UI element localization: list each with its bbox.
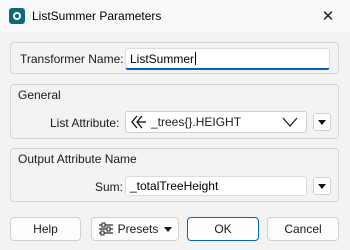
sum-input[interactable]: _totalTreeHeight: [125, 176, 307, 196]
cancel-button[interactable]: Cancel: [267, 217, 339, 241]
chevron-down-icon: [282, 117, 298, 127]
transformer-name-input[interactable]: ListSummer: [125, 48, 330, 70]
presets-button-label: Presets: [117, 222, 159, 236]
list-attribute-value: _trees{}.HEIGHT: [151, 115, 242, 129]
cancel-button-label: Cancel: [284, 222, 322, 236]
list-attribute-icon: [131, 115, 146, 129]
general-heading: General: [18, 88, 61, 102]
list-attribute-select[interactable]: _trees{}.HEIGHT: [125, 111, 307, 133]
transformer-name-label: Transformer Name:: [20, 52, 124, 66]
sliders-icon: [98, 222, 113, 236]
close-icon: ✕: [321, 8, 335, 25]
app-icon: [9, 8, 25, 24]
close-button[interactable]: ✕: [306, 0, 350, 32]
title-bar: ListSummer Parameters ✕: [0, 0, 350, 32]
window-title: ListSummer Parameters: [32, 9, 162, 23]
list-attribute-menu-button[interactable]: [313, 113, 331, 131]
dropdown-arrow-icon: [318, 183, 326, 189]
sum-label: Sum:: [95, 180, 124, 194]
sum-menu-button[interactable]: [313, 177, 331, 195]
dropdown-arrow-icon: [164, 226, 173, 232]
presets-button[interactable]: Presets: [91, 217, 179, 241]
ok-button-label: OK: [214, 222, 232, 236]
transformer-name-value: ListSummer: [130, 52, 195, 66]
help-button-label: Help: [33, 222, 58, 236]
output-heading: Output Attribute Name: [18, 152, 137, 166]
list-attribute-label: List Attribute:: [50, 116, 120, 130]
dropdown-arrow-icon: [318, 119, 326, 125]
help-button[interactable]: Help: [10, 217, 81, 241]
ok-button[interactable]: OK: [187, 217, 259, 241]
sum-value: _totalTreeHeight: [130, 179, 219, 193]
text-caret: [195, 52, 197, 65]
